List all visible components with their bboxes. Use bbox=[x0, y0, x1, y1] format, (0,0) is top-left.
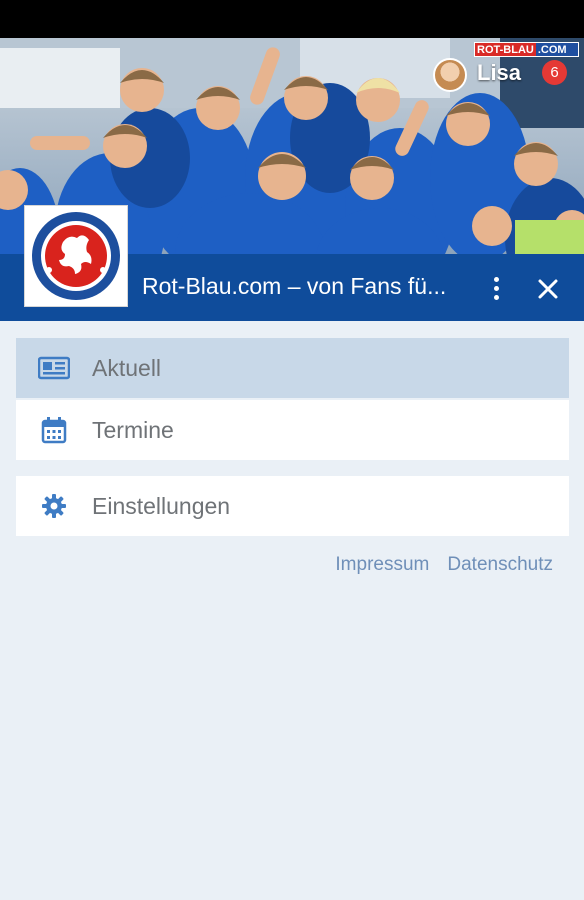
notification-badge[interactable]: 6 bbox=[542, 60, 567, 85]
impressum-link[interactable]: Impressum bbox=[335, 554, 429, 576]
menu-item-label: Termine bbox=[92, 416, 174, 443]
menu-item-label: Einstellungen bbox=[92, 492, 231, 519]
more-dot-icon bbox=[493, 294, 499, 300]
more-dot-icon bbox=[493, 285, 499, 291]
menu-icon-wrapper bbox=[16, 416, 92, 444]
badge-text-com: .COM bbox=[535, 43, 578, 56]
calendar-icon bbox=[41, 417, 67, 444]
more-options-button[interactable] bbox=[484, 274, 508, 302]
page-title: Rot-Blau.com – von Fans fü... bbox=[142, 273, 447, 299]
gear-icon bbox=[42, 494, 66, 518]
more-dot-icon bbox=[493, 276, 499, 282]
menu-item-einstellungen[interactable]: Einstellungen bbox=[16, 476, 569, 536]
menu-icon-wrapper bbox=[16, 494, 92, 518]
footer-links: Impressum Datenschutz bbox=[335, 554, 553, 576]
close-icon bbox=[538, 279, 558, 299]
club-logo bbox=[24, 205, 128, 307]
datenschutz-link[interactable]: Datenschutz bbox=[447, 554, 553, 576]
menu-item-termine[interactable]: Termine bbox=[16, 400, 569, 460]
newspaper-icon bbox=[38, 356, 70, 380]
menu-item-label: Aktuell bbox=[92, 354, 162, 381]
user-avatar[interactable] bbox=[433, 58, 467, 92]
user-name[interactable]: Lisa bbox=[477, 60, 521, 86]
menu-item-aktuell[interactable]: Aktuell bbox=[16, 338, 569, 398]
badge-text-rot-blau: ROT-BLAU bbox=[475, 43, 536, 56]
close-button[interactable] bbox=[534, 276, 562, 304]
status-bar bbox=[0, 0, 584, 38]
rot-blau-badge: ROT-BLAU .COM bbox=[474, 42, 579, 57]
menu-icon-wrapper bbox=[16, 356, 92, 380]
club-crest-icon bbox=[32, 212, 120, 300]
